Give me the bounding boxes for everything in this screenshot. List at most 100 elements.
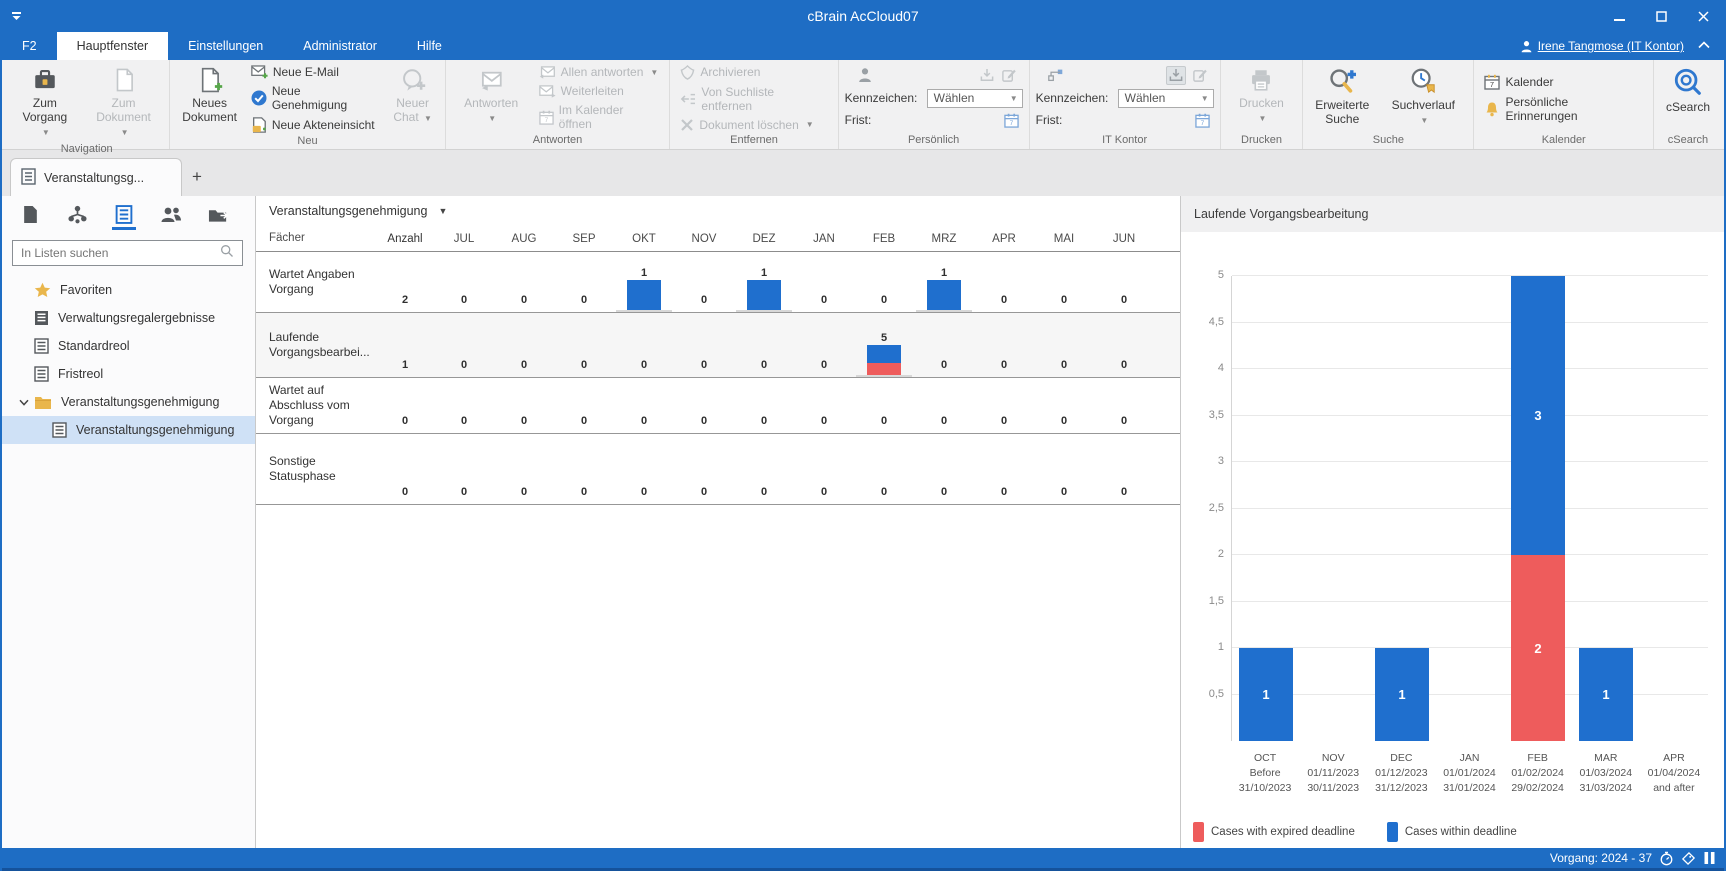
neue-genehmigung-button[interactable]: Neue Genehmigung <box>247 83 383 113</box>
remove-list-icon <box>680 92 696 106</box>
column-header-apr[interactable]: APR <box>974 233 1034 245</box>
menu-tab-hilfe[interactable]: Hilfe <box>397 32 462 60</box>
kalender-button[interactable]: 7 Kalender <box>1480 73 1647 91</box>
column-header-fächer[interactable]: Fächer <box>256 231 376 246</box>
column-header-jun[interactable]: JUN <box>1094 233 1154 245</box>
menu-tab-f2[interactable]: F2 <box>2 32 57 60</box>
menu-tab-hauptfenster[interactable]: Hauptfenster <box>56 32 169 60</box>
chart-bar-mar[interactable]: 1 <box>1579 648 1633 741</box>
month-cell-bar[interactable]: 1 <box>914 267 974 312</box>
neuer-chat-button[interactable]: Neuer Chat ▼ <box>387 63 439 134</box>
neue-akteneinsicht-button[interactable]: Neue Akteneinsicht <box>247 116 383 134</box>
neues-dokument-button[interactable]: Neues Dokument <box>176 63 242 134</box>
column-header-jul[interactable]: JUL <box>434 233 494 245</box>
chart-bar-dec[interactable]: 1 <box>1375 648 1429 741</box>
allen-antworten-button[interactable]: Allen antworten ▼ <box>535 64 664 80</box>
sidebar-toolbar-structure-icon[interactable] <box>65 205 89 230</box>
flag-edit-icon[interactable] <box>1001 68 1017 83</box>
status-bar: Vorgang: 2024 - 37 <box>2 848 1724 871</box>
drucken-button[interactable]: Drucken ▼ <box>1227 63 1297 133</box>
collapse-ribbon-icon[interactable] <box>1694 40 1714 52</box>
column-header-nov[interactable]: NOV <box>674 233 734 245</box>
x-axis-label-apr: APR 01/04/2024 and after <box>1647 752 1701 794</box>
sidebar-item-veranstaltungsgenehmigung-selected[interactable]: Veranstaltungsgenehmigung <box>2 416 255 444</box>
sidebar-toolbar-participants-icon[interactable] <box>159 206 183 230</box>
month-cell-bar[interactable]: 5 <box>854 332 914 377</box>
column-header-feb[interactable]: FEB <box>854 233 914 245</box>
erweiterte-suche-button[interactable]: Erweiterte Suche <box>1309 63 1375 133</box>
chart-bar-feb[interactable]: 23 <box>1511 276 1565 741</box>
ribbon-fields-it-kontor: Kennzeichen: Wählen ▼ Frist: 7 <box>1036 63 1214 133</box>
button-label: Neuer Chat ▼ <box>393 96 432 124</box>
kennzeichen-select-unit[interactable]: Wählen ▼ <box>1117 88 1214 108</box>
close-button[interactable] <box>1682 0 1724 32</box>
maximize-button[interactable] <box>1640 0 1682 32</box>
button-label: Allen antworten <box>560 65 644 79</box>
new-tab-button[interactable]: + <box>182 158 212 196</box>
sidebar-toolbar-folder-open-icon[interactable] <box>206 206 230 230</box>
tree-item-label: Fristreol <box>58 367 104 381</box>
dokument-loeschen-button[interactable]: Dokument löschen ▼ <box>676 117 831 133</box>
table-row-sonstige-statusphase[interactable]: Sonstige Statusphase 0 0 0 0 0 0 0 0 0 0 0 0 0 <box>256 434 1180 505</box>
zum-dokument-button[interactable]: Zum Dokument ▼ <box>84 63 164 142</box>
sidebar-item-standardreol[interactable]: Standardreol <box>2 332 255 360</box>
im-kalender-oeffnen-button[interactable]: 7 Im Kalender öffnen <box>535 102 664 132</box>
list-selector-dropdown[interactable]: Veranstaltungsgenehmigung ▼ <box>256 196 1180 226</box>
month-cell-bar[interactable]: 1 <box>734 267 794 312</box>
expander-chevron-icon[interactable] <box>14 399 34 406</box>
sidebar-item-favoriten[interactable]: Favoriten <box>2 276 255 304</box>
persoenliche-erinnerungen-button[interactable]: Persönliche Erinnerungen <box>1480 94 1647 124</box>
sidebar-item-fristreol[interactable]: Fristreol <box>2 360 255 388</box>
minimize-button[interactable] <box>1598 0 1640 32</box>
flag-download-selected-icon[interactable] <box>1168 68 1184 83</box>
list-search-box[interactable] <box>12 240 243 266</box>
column-header-mai[interactable]: MAI <box>1034 233 1094 245</box>
chat-plus-icon <box>400 67 426 93</box>
sidebar-toolbar-list-view-icon[interactable] <box>112 205 136 230</box>
sidebar-item-veranstaltungsgenehmigung[interactable]: Veranstaltungsgenehmigung <box>2 388 255 416</box>
csearch-button[interactable]: cSearch <box>1660 63 1716 133</box>
list-search-input[interactable] <box>21 246 220 260</box>
weiterleiten-button[interactable]: Weiterleiten <box>535 83 664 99</box>
pause-icon[interactable] <box>1703 851 1716 865</box>
suchverlauf-button[interactable]: Suchverlauf ▼ <box>1379 63 1467 133</box>
folder-icon <box>34 395 52 410</box>
frist-date-unit[interactable]: 7 <box>1194 113 1210 128</box>
column-header-sep[interactable]: SEP <box>554 233 614 245</box>
tab-strip: Veranstaltungsg... + <box>2 150 1724 196</box>
frist-date-personal[interactable]: 7 <box>1003 113 1019 128</box>
column-header-dez[interactable]: DEZ <box>734 233 794 245</box>
tag-icon[interactable] <box>1681 851 1696 866</box>
column-header-anzahl[interactable]: Anzahl <box>376 233 434 245</box>
flag-edit-icon[interactable] <box>1192 68 1208 83</box>
kennzeichen-select-personal[interactable]: Wählen ▼ <box>926 88 1023 108</box>
flag-download-icon[interactable] <box>979 68 995 83</box>
stopwatch-icon[interactable] <box>1659 851 1674 866</box>
sidebar-item-verwaltungsregalergebnisse[interactable]: Verwaltungsregalergebnisse <box>2 304 255 332</box>
table-row-wartet-auf-abschluss-vom-vorgang[interactable]: Wartet auf Abschluss vom Vorgang 0 0 0 0 0 0 0 0 0 0… <box>256 378 1180 434</box>
legend-label: Cases with expired deadline <box>1211 826 1355 838</box>
list-outline-icon <box>34 366 49 382</box>
current-user-link[interactable]: Irene Tangmose (IT Kontor) <box>1520 39 1684 53</box>
sidebar-toolbar-file-icon[interactable] <box>18 205 42 230</box>
tab-veranstaltungsgenehmigung[interactable]: Veranstaltungsg... <box>10 158 182 196</box>
column-header-okt[interactable]: OKT <box>614 233 674 245</box>
month-cell-bar[interactable]: 1 <box>614 267 674 312</box>
column-header-jan[interactable]: JAN <box>794 233 854 245</box>
chart-bar-oct[interactable]: 1 <box>1239 648 1293 741</box>
ribbon-group-csearch: cSearch cSearch <box>1652 60 1722 149</box>
table-row-wartet-angaben-vorgang[interactable]: Wartet Angaben Vorgang 2 0 0 0 1 0 1 0 0 1 0 0 0 <box>256 252 1180 313</box>
column-header-aug[interactable]: AUG <box>494 233 554 245</box>
archivieren-button[interactable]: Archivieren <box>676 64 831 81</box>
mini-bar-within-segment <box>867 345 901 363</box>
zum-vorgang-button[interactable]: Zum Vorgang ▼ <box>10 63 80 142</box>
menu-tab-einstellungen[interactable]: Einstellungen <box>168 32 283 60</box>
dropdown-caret-icon: ▼ <box>424 114 432 123</box>
antworten-button[interactable]: Antworten ▼ <box>452 63 531 133</box>
menu-tab-administrator[interactable]: Administrator <box>283 32 397 60</box>
table-row-laufende-vorgangsbearbei-[interactable]: Laufende Vorgangsbearbei... 1 0 0 0 0 0 0 0 5 0 0 0 0 <box>256 313 1180 378</box>
column-header-mrz[interactable]: MRZ <box>914 233 974 245</box>
neue-email-button[interactable]: Neue E-Mail <box>247 63 383 80</box>
von-suchliste-entfernen-button[interactable]: Von Suchliste entfernen <box>676 84 831 114</box>
x-axis-label-jan: JAN 01/01/2024 31/01/2024 <box>1443 752 1496 794</box>
